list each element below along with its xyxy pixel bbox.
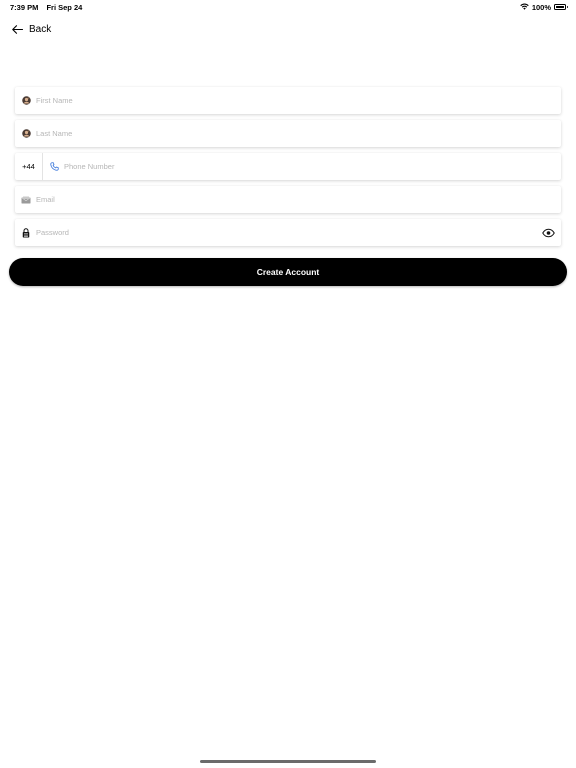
status-date: Fri Sep 24 (46, 2, 83, 12)
email-field (15, 186, 561, 213)
create-account-screen: 7:39 PM Fri Sep 24 100% Back First Name … (0, 0, 576, 768)
status-right: 100% (520, 2, 568, 12)
eye-icon[interactable] (542, 228, 555, 237)
user-avatar-icon (18, 129, 34, 138)
phone-field: +44 (15, 153, 561, 180)
last-name-input[interactable] (34, 120, 561, 147)
battery-percent: 100% (531, 2, 551, 12)
first-name-field (15, 87, 561, 114)
status-left: 7:39 PM Fri Sep 24 (10, 3, 88, 12)
create-account-button[interactable]: Create Account (9, 258, 567, 286)
status-time: 7:39 PM (10, 2, 39, 12)
first-name-input[interactable] (34, 87, 561, 114)
battery-icon (554, 4, 568, 10)
password-field (15, 219, 561, 246)
phone-icon (46, 162, 62, 171)
arrow-left-icon (12, 25, 23, 34)
phone-number-input[interactable] (62, 153, 561, 180)
status-bar: 7:39 PM Fri Sep 24 100% (0, 0, 576, 14)
home-indicator (200, 760, 376, 763)
country-code-selector[interactable]: +44 (15, 153, 43, 180)
user-avatar-icon (18, 96, 34, 105)
back-button[interactable]: Back (12, 24, 51, 35)
wifi-icon (520, 3, 529, 12)
back-label: Back (29, 24, 52, 35)
signup-form: +44 (15, 87, 561, 252)
envelope-icon (18, 196, 34, 204)
battery-fill (556, 6, 564, 8)
lock-icon (18, 227, 34, 238)
email-input[interactable] (34, 186, 561, 213)
last-name-field (15, 120, 561, 147)
password-input[interactable] (34, 219, 561, 246)
